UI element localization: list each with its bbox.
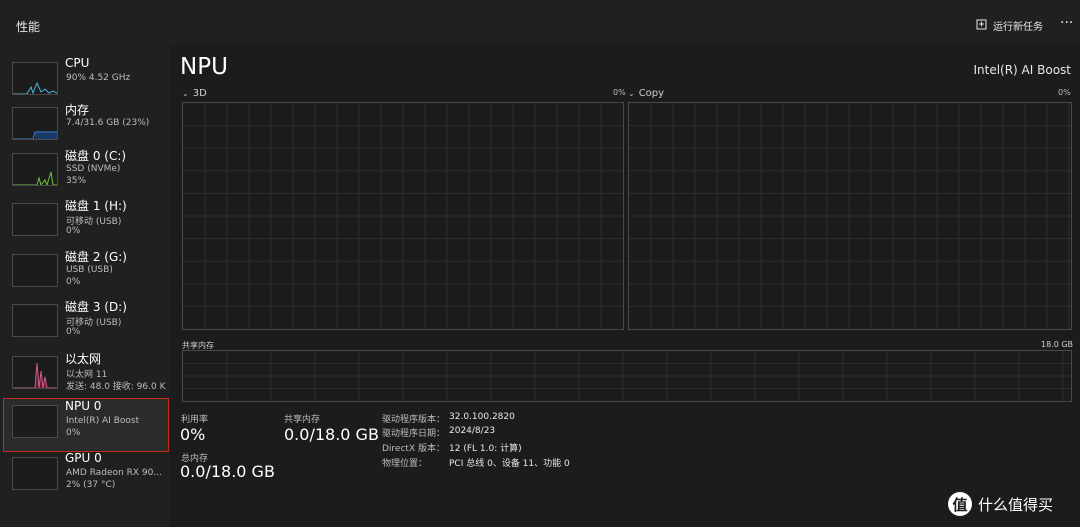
run-new-task-button[interactable]: 运行新任务: [976, 16, 1043, 34]
graph-max-value: 0%: [613, 88, 626, 97]
watermark-logo: 值: [948, 492, 972, 516]
sidebar-item-value: 0%: [66, 327, 81, 337]
sidebar: CPU 90% 4.52 GHz 内存 7.4/31.6 GB (23%) 磁盘…: [0, 44, 170, 527]
graph-grid: [183, 351, 1071, 401]
sidebar-item-npu-0[interactable]: NPU 0 Intel(R) AI Boost 0%: [3, 398, 169, 452]
sidebar-item-label: 内存: [65, 103, 90, 117]
sidebar-item-label: 磁盘 1 (H:): [65, 199, 127, 213]
graph-label: 3D: [192, 87, 207, 99]
sidebar-item-memory[interactable]: 内存 7.4/31.6 GB (23%): [4, 101, 166, 151]
graph-grid: [183, 103, 623, 329]
sidebar-item-disk-1[interactable]: 磁盘 1 (H:) 可移动 (USB) 0%: [4, 197, 166, 247]
sidebar-item-value: 35%: [66, 176, 87, 186]
ethernet-thumbnail: [12, 356, 58, 389]
graph-grid: [629, 103, 1071, 329]
sidebar-item-label: 磁盘 0 (C:): [65, 149, 127, 163]
sidebar-item-value: 发送: 48.0 接收: 96.0 K: [66, 382, 166, 392]
physical-location-value: PCI 总线 0、设备 11、功能 0: [449, 459, 570, 469]
driver-date-label: 驱动程序日期：: [382, 429, 446, 439]
page-title: 性能: [16, 20, 41, 34]
sidebar-item-cpu[interactable]: CPU 90% 4.52 GHz: [4, 56, 166, 106]
sidebar-item-label: CPU: [65, 56, 90, 70]
shared-mem-stat-value: 0.0/18.0 GB: [284, 425, 379, 444]
disk-3-thumbnail: [12, 304, 58, 337]
watermark-text: 什么值得买: [978, 495, 1054, 514]
physical-location-label: 物理位置：: [382, 459, 428, 469]
run-task-label: 运行新任务: [993, 21, 1043, 33]
sidebar-item-disk-0[interactable]: 磁盘 0 (C:) SSD (NVMe) 35%: [4, 147, 166, 197]
sidebar-item-detail: AMD Radeon RX 90...: [66, 468, 162, 478]
sidebar-item-label: 磁盘 2 (G:): [65, 250, 127, 264]
sidebar-item-disk-3[interactable]: 磁盘 3 (D:) 可移动 (USB) 0%: [4, 298, 166, 348]
graph-copy: [628, 102, 1072, 330]
shared-memory-graph: [182, 350, 1072, 402]
watermark: 值 什么值得买: [948, 488, 1053, 520]
memory-thumbnail: [12, 107, 58, 140]
graph-3d: [182, 102, 624, 330]
sidebar-item-label: GPU 0: [65, 451, 102, 465]
sidebar-item-detail: 7.4/31.6 GB (23%): [66, 118, 150, 128]
sidebar-item-ethernet[interactable]: 以太网 以太网 11 发送: 48.0 接收: 96.0 K: [4, 350, 166, 400]
driver-version-label: 驱动程序版本：: [382, 415, 446, 425]
cpu-thumbnail: [12, 62, 58, 95]
task-manager-window: 性能 运行新任务 ··· CPU 90% 4.52 GHz 内存 7.4/31.…: [0, 0, 1080, 527]
driver-date-value: 2024/8/23: [449, 426, 496, 436]
sidebar-item-label: 磁盘 3 (D:): [65, 300, 127, 314]
sidebar-item-gpu-0[interactable]: GPU 0 AMD Radeon RX 90... 2% (37 °C): [4, 451, 166, 501]
disk-0-thumbnail: [12, 153, 58, 186]
sidebar-item-value: 2% (37 °C): [66, 480, 116, 490]
chevron-down-icon: ⌄: [628, 88, 635, 98]
device-heading: NPU: [180, 54, 228, 80]
shared-memory-max: 18.0 GB: [1041, 340, 1074, 349]
driver-version-value: 32.0.100.2820: [449, 412, 515, 422]
npu-0-thumbnail: [12, 405, 58, 438]
sidebar-item-detail: Intel(R) AI Boost: [66, 416, 140, 426]
more-options-button[interactable]: ···: [1060, 16, 1078, 34]
utilization-label: 利用率: [181, 415, 209, 425]
run-task-icon: [976, 16, 988, 35]
title-bar: 性能 运行新任务 ···: [0, 0, 1080, 44]
graph-max-value: 0%: [1058, 88, 1071, 97]
chevron-down-icon: ⌄: [182, 88, 189, 98]
sidebar-item-value: 0%: [66, 226, 81, 236]
sidebar-item-disk-2[interactable]: 磁盘 2 (G:) USB (USB) 0%: [4, 248, 166, 298]
sidebar-item-label: 以太网: [65, 352, 102, 366]
disk-2-thumbnail: [12, 254, 58, 287]
utilization-value: 0%: [180, 425, 206, 444]
directx-version-label: DirectX 版本：: [382, 444, 445, 454]
shared-mem-stat-label: 共享内存: [284, 415, 321, 425]
directx-version-value: 12 (FL 1.0: 计算): [449, 444, 522, 454]
sidebar-item-label: NPU 0: [65, 399, 102, 413]
graph-selector-3d[interactable]: ⌄ 3D: [182, 87, 207, 99]
device-model: Intel(R) AI Boost: [973, 63, 1071, 77]
disk-1-thumbnail: [12, 203, 58, 236]
sidebar-item-detail: 90% 4.52 GHz: [66, 73, 131, 83]
sidebar-item-detail: USB (USB): [66, 265, 113, 275]
graph-selector-copy[interactable]: ⌄ Copy: [628, 87, 664, 99]
sidebar-item-value: 0%: [66, 277, 81, 287]
graph-label: Copy: [638, 87, 665, 99]
gpu-0-thumbnail: [12, 457, 58, 490]
sidebar-item-detail: SSD (NVMe): [66, 164, 121, 174]
sidebar-item-value: 0%: [66, 428, 81, 438]
total-mem-value: 0.0/18.0 GB: [180, 462, 275, 481]
